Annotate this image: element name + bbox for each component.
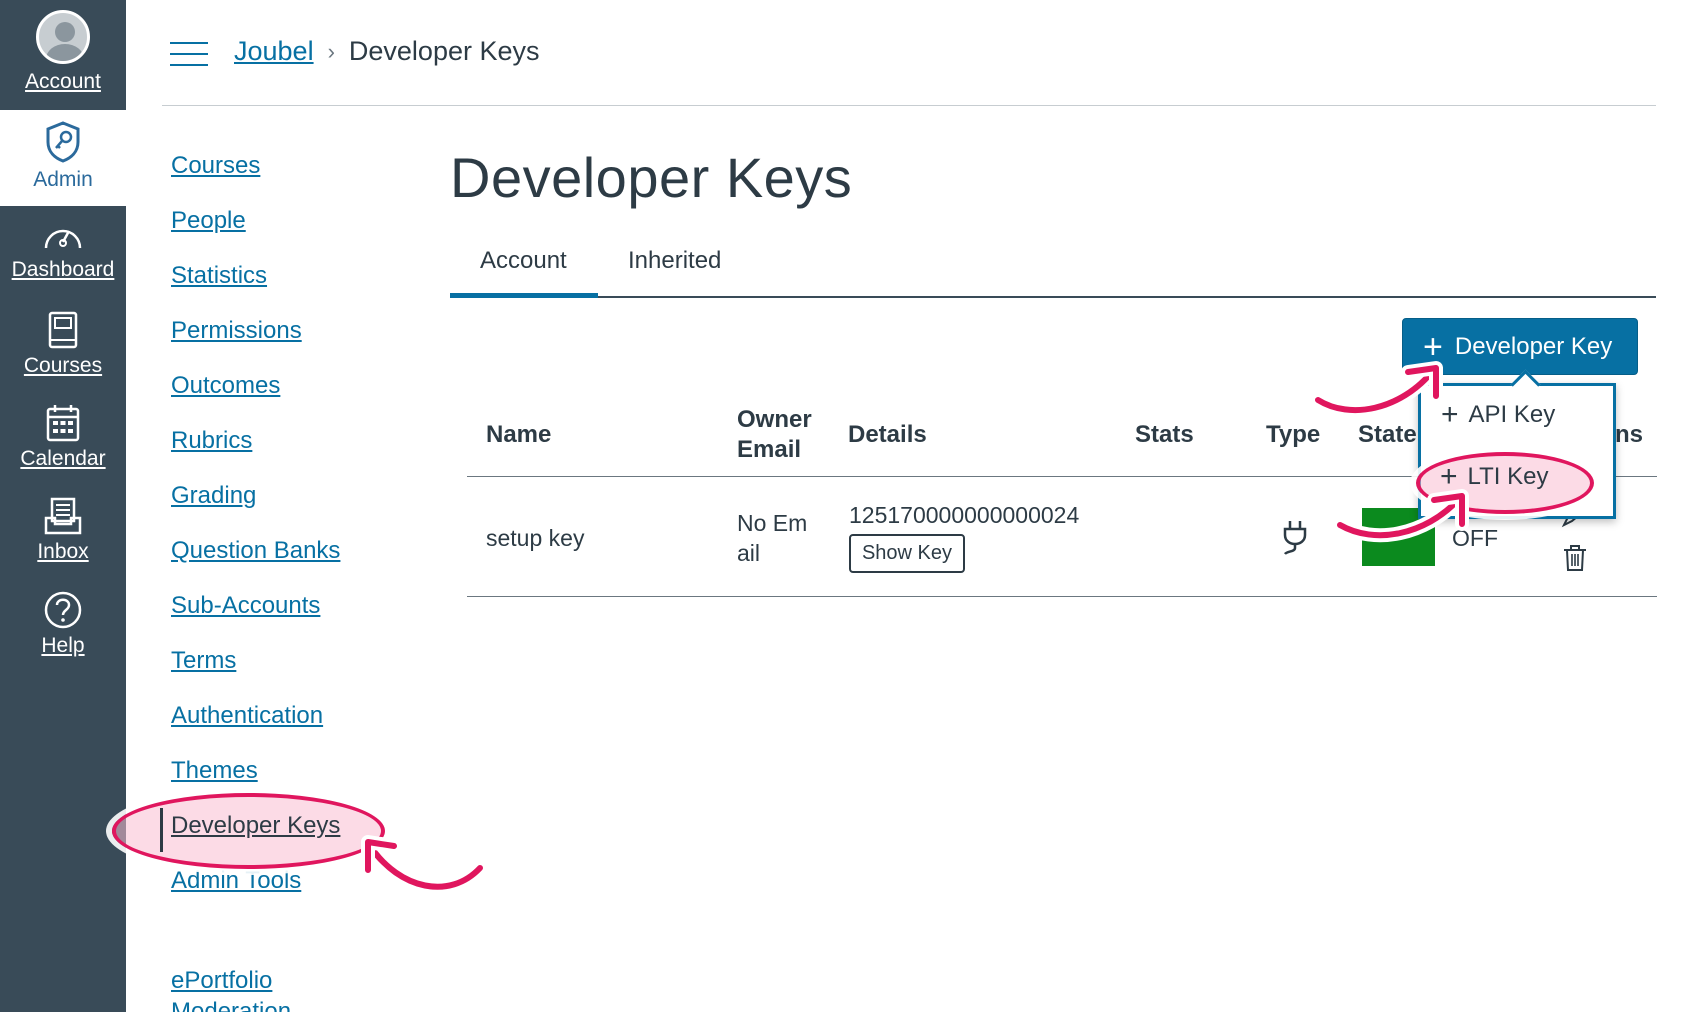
global-nav: Account Admin Dashboard Courses Calendar… bbox=[0, 0, 126, 1012]
page: Account Admin Dashboard Courses Calendar… bbox=[0, 0, 1693, 1012]
calendar-icon bbox=[46, 405, 80, 442]
menu-ePortfolio[interactable]: ePortfolio bbox=[171, 967, 272, 995]
show-key-button[interactable]: Show Key bbox=[849, 534, 965, 573]
menu-rubrics[interactable]: Rubrics bbox=[171, 427, 252, 455]
menu-moderation[interactable]: Moderation bbox=[171, 998, 291, 1012]
col-owner-email: Owner Email bbox=[737, 405, 812, 465]
nav-admin[interactable]: Admin bbox=[0, 110, 126, 206]
row-owner-line2: ail bbox=[737, 540, 761, 566]
menu-item-api-key[interactable]: + API Key bbox=[1441, 400, 1555, 430]
nav-account[interactable]: Account bbox=[0, 0, 126, 94]
add-developer-key-label: Developer Key bbox=[1454, 332, 1613, 360]
col-state: State bbox=[1358, 421, 1417, 448]
menu-statistics[interactable]: Statistics bbox=[171, 262, 267, 290]
menu-grading[interactable]: Grading bbox=[171, 482, 256, 510]
breadcrumb-separator: › bbox=[327, 38, 335, 64]
menu-item-lti-key[interactable]: + LTI Key bbox=[1440, 462, 1548, 492]
col-name: Name bbox=[486, 421, 552, 448]
page-title: Developer Keys bbox=[450, 146, 853, 209]
nav-inbox[interactable]: Inbox bbox=[0, 496, 126, 564]
col-owner-line1: Owner bbox=[737, 406, 812, 433]
nav-courses-label: Courses bbox=[23, 354, 103, 377]
hamburger-menu-button[interactable] bbox=[170, 42, 208, 75]
row-owner-line1: No Em bbox=[737, 510, 808, 536]
col-stats: Stats bbox=[1135, 421, 1194, 448]
col-details: Details bbox=[848, 421, 927, 448]
breadcrumb-account-link[interactable]: Joubel bbox=[234, 36, 314, 67]
nav-courses[interactable]: Courses bbox=[0, 310, 126, 378]
menu-authentication[interactable]: Authentication bbox=[171, 702, 323, 730]
nav-help[interactable]: Help bbox=[0, 590, 126, 658]
col-owner-line2: Email bbox=[737, 436, 802, 463]
lti-key-label: LTI Key bbox=[1467, 463, 1549, 490]
nav-dashboard[interactable]: Dashboard bbox=[0, 220, 126, 282]
menu-developer-keys[interactable]: Developer Keys bbox=[171, 812, 340, 840]
nav-help-label: Help bbox=[41, 634, 85, 657]
menu-terms[interactable]: Terms bbox=[171, 647, 236, 675]
shield-icon bbox=[46, 121, 80, 163]
plus-icon: + bbox=[1440, 460, 1458, 493]
menu-themes[interactable]: Themes bbox=[171, 757, 258, 785]
plug-icon bbox=[1283, 521, 1307, 555]
plus-icon: + bbox=[1423, 327, 1443, 366]
plus-icon: + bbox=[1441, 398, 1459, 431]
nav-admin-label: Admin bbox=[33, 168, 93, 191]
nav-dashboard-label: Dashboard bbox=[11, 258, 115, 281]
help-icon bbox=[44, 591, 82, 629]
api-key-label: API Key bbox=[1468, 401, 1556, 428]
inbox-icon bbox=[44, 497, 82, 535]
menu-outcomes[interactable]: Outcomes bbox=[171, 372, 280, 400]
courses-icon bbox=[48, 311, 78, 349]
tab-list: Account Inherited bbox=[450, 246, 1656, 298]
menu-courses[interactable]: Courses bbox=[171, 152, 260, 180]
row-name: setup key bbox=[486, 525, 585, 551]
menu-admin-tools[interactable]: Admin Tools bbox=[171, 867, 301, 895]
add-developer-key-button[interactable]: + Developer Key bbox=[1402, 318, 1638, 375]
row-state-label: OFF bbox=[1452, 525, 1498, 551]
nav-calendar-label: Calendar bbox=[20, 447, 106, 470]
breadcrumb-current: Developer Keys bbox=[348, 36, 540, 66]
nav-account-label: Account bbox=[25, 70, 101, 93]
menu-sub-accounts[interactable]: Sub-Accounts bbox=[171, 592, 320, 620]
tab-account[interactable]: Account bbox=[450, 246, 598, 298]
dashboard-icon bbox=[44, 229, 82, 249]
menu-question-banks[interactable]: Question Banks bbox=[171, 537, 340, 565]
col-actions: ns bbox=[1615, 421, 1644, 448]
trash-icon[interactable] bbox=[1562, 544, 1588, 572]
row-key-id: 125170000000000024 bbox=[849, 502, 1080, 528]
nav-calendar[interactable]: Calendar bbox=[0, 403, 126, 471]
row-owner-email: No Em ail bbox=[737, 508, 807, 568]
table-row-divider bbox=[467, 596, 1657, 597]
col-type: Type bbox=[1266, 421, 1321, 448]
menu-people[interactable]: People bbox=[171, 207, 246, 235]
nav-inbox-label: Inbox bbox=[37, 540, 89, 563]
menu-permissions[interactable]: Permissions bbox=[171, 317, 302, 345]
avatar bbox=[36, 10, 90, 64]
active-indicator bbox=[160, 808, 163, 852]
header-divider bbox=[162, 105, 1656, 106]
breadcrumb: Joubel › Developer Keys bbox=[234, 36, 540, 67]
tab-inherited[interactable]: Inherited bbox=[628, 246, 748, 298]
